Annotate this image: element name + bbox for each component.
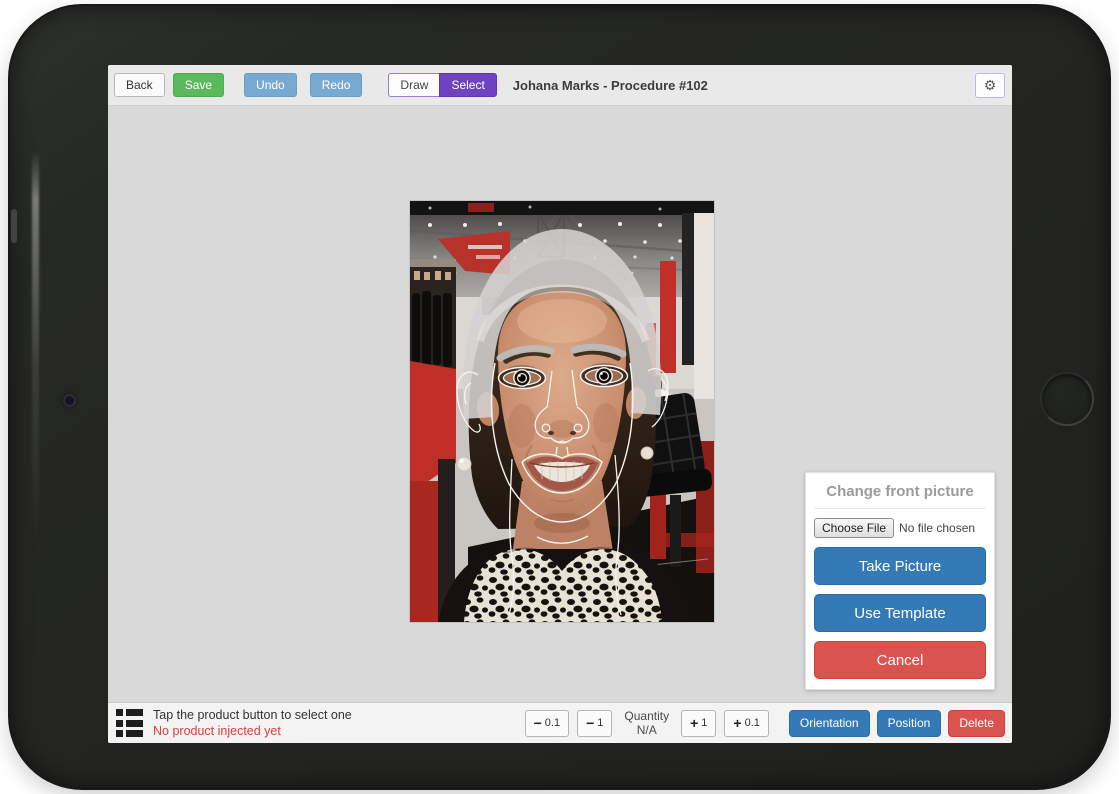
take-picture-button[interactable]: Take Picture <box>814 547 986 585</box>
increase-1-button[interactable]: + 1 <box>681 710 716 737</box>
product-warning-text: No product injected yet <box>153 723 352 739</box>
top-toolbar: Back Save Undo Redo Draw Select Johana M… <box>108 65 1012 106</box>
choose-file-button[interactable]: Choose File <box>814 518 894 538</box>
tablet-frame: Back Save Undo Redo Draw Select Johana M… <box>8 4 1111 790</box>
position-button[interactable]: Position <box>877 710 942 737</box>
draw-select-toggle: Draw Select <box>388 73 496 97</box>
minus-icon: − <box>586 716 594 730</box>
file-status-text: No file chosen <box>899 521 975 535</box>
plus-icon: + <box>733 716 741 730</box>
product-list-icon[interactable] <box>116 709 143 737</box>
panel-title: Change front picture <box>814 480 986 509</box>
use-template-button[interactable]: Use Template <box>814 594 986 632</box>
undo-button[interactable]: Undo <box>244 73 297 97</box>
bezel-highlight <box>32 151 39 551</box>
product-hint-text: Tap the product button to select one <box>153 707 352 723</box>
draw-button[interactable]: Draw <box>388 73 439 97</box>
front-picture-canvas[interactable] <box>410 201 714 622</box>
gear-icon: ⚙ <box>984 78 997 92</box>
plus-icon: + <box>690 716 698 730</box>
tablet-home-button[interactable] <box>1040 372 1094 426</box>
save-button[interactable]: Save <box>173 73 224 97</box>
delete-button[interactable]: Delete <box>948 710 1005 737</box>
quantity-label: Quantity <box>624 709 669 723</box>
selection-actions: Orientation Position Delete <box>789 710 1005 737</box>
product-status: Tap the product button to select one No … <box>116 707 352 740</box>
increase-0-1-button[interactable]: + 0.1 <box>724 710 768 737</box>
orientation-button[interactable]: Orientation <box>789 710 870 737</box>
change-front-picture-panel: Change front picture Choose File No file… <box>805 472 995 690</box>
decrease-1-button[interactable]: − 1 <box>577 710 612 737</box>
settings-button[interactable]: ⚙ <box>975 73 1005 98</box>
quantity-controls: − 0.1 − 1 Quantity N/A + 1 + 0.1 <box>525 709 769 738</box>
tablet-side-button <box>11 209 17 243</box>
quantity-display: Quantity N/A <box>620 709 673 738</box>
quantity-value: N/A <box>624 723 669 737</box>
minus-icon: − <box>534 716 542 730</box>
procedure-canvas: Change front picture Choose File No file… <box>108 106 1012 702</box>
back-button[interactable]: Back <box>114 73 165 97</box>
redo-button[interactable]: Redo <box>310 73 363 97</box>
app-screen: Back Save Undo Redo Draw Select Johana M… <box>108 65 1012 743</box>
file-input-row: Choose File No file chosen <box>814 518 986 538</box>
tablet-camera <box>63 394 76 407</box>
select-button[interactable]: Select <box>439 73 496 97</box>
bottom-bar: Tap the product button to select one No … <box>108 702 1012 743</box>
cancel-button[interactable]: Cancel <box>814 641 986 679</box>
decrease-0-1-button[interactable]: − 0.1 <box>525 710 569 737</box>
page-title: Johana Marks - Procedure #102 <box>513 78 708 93</box>
